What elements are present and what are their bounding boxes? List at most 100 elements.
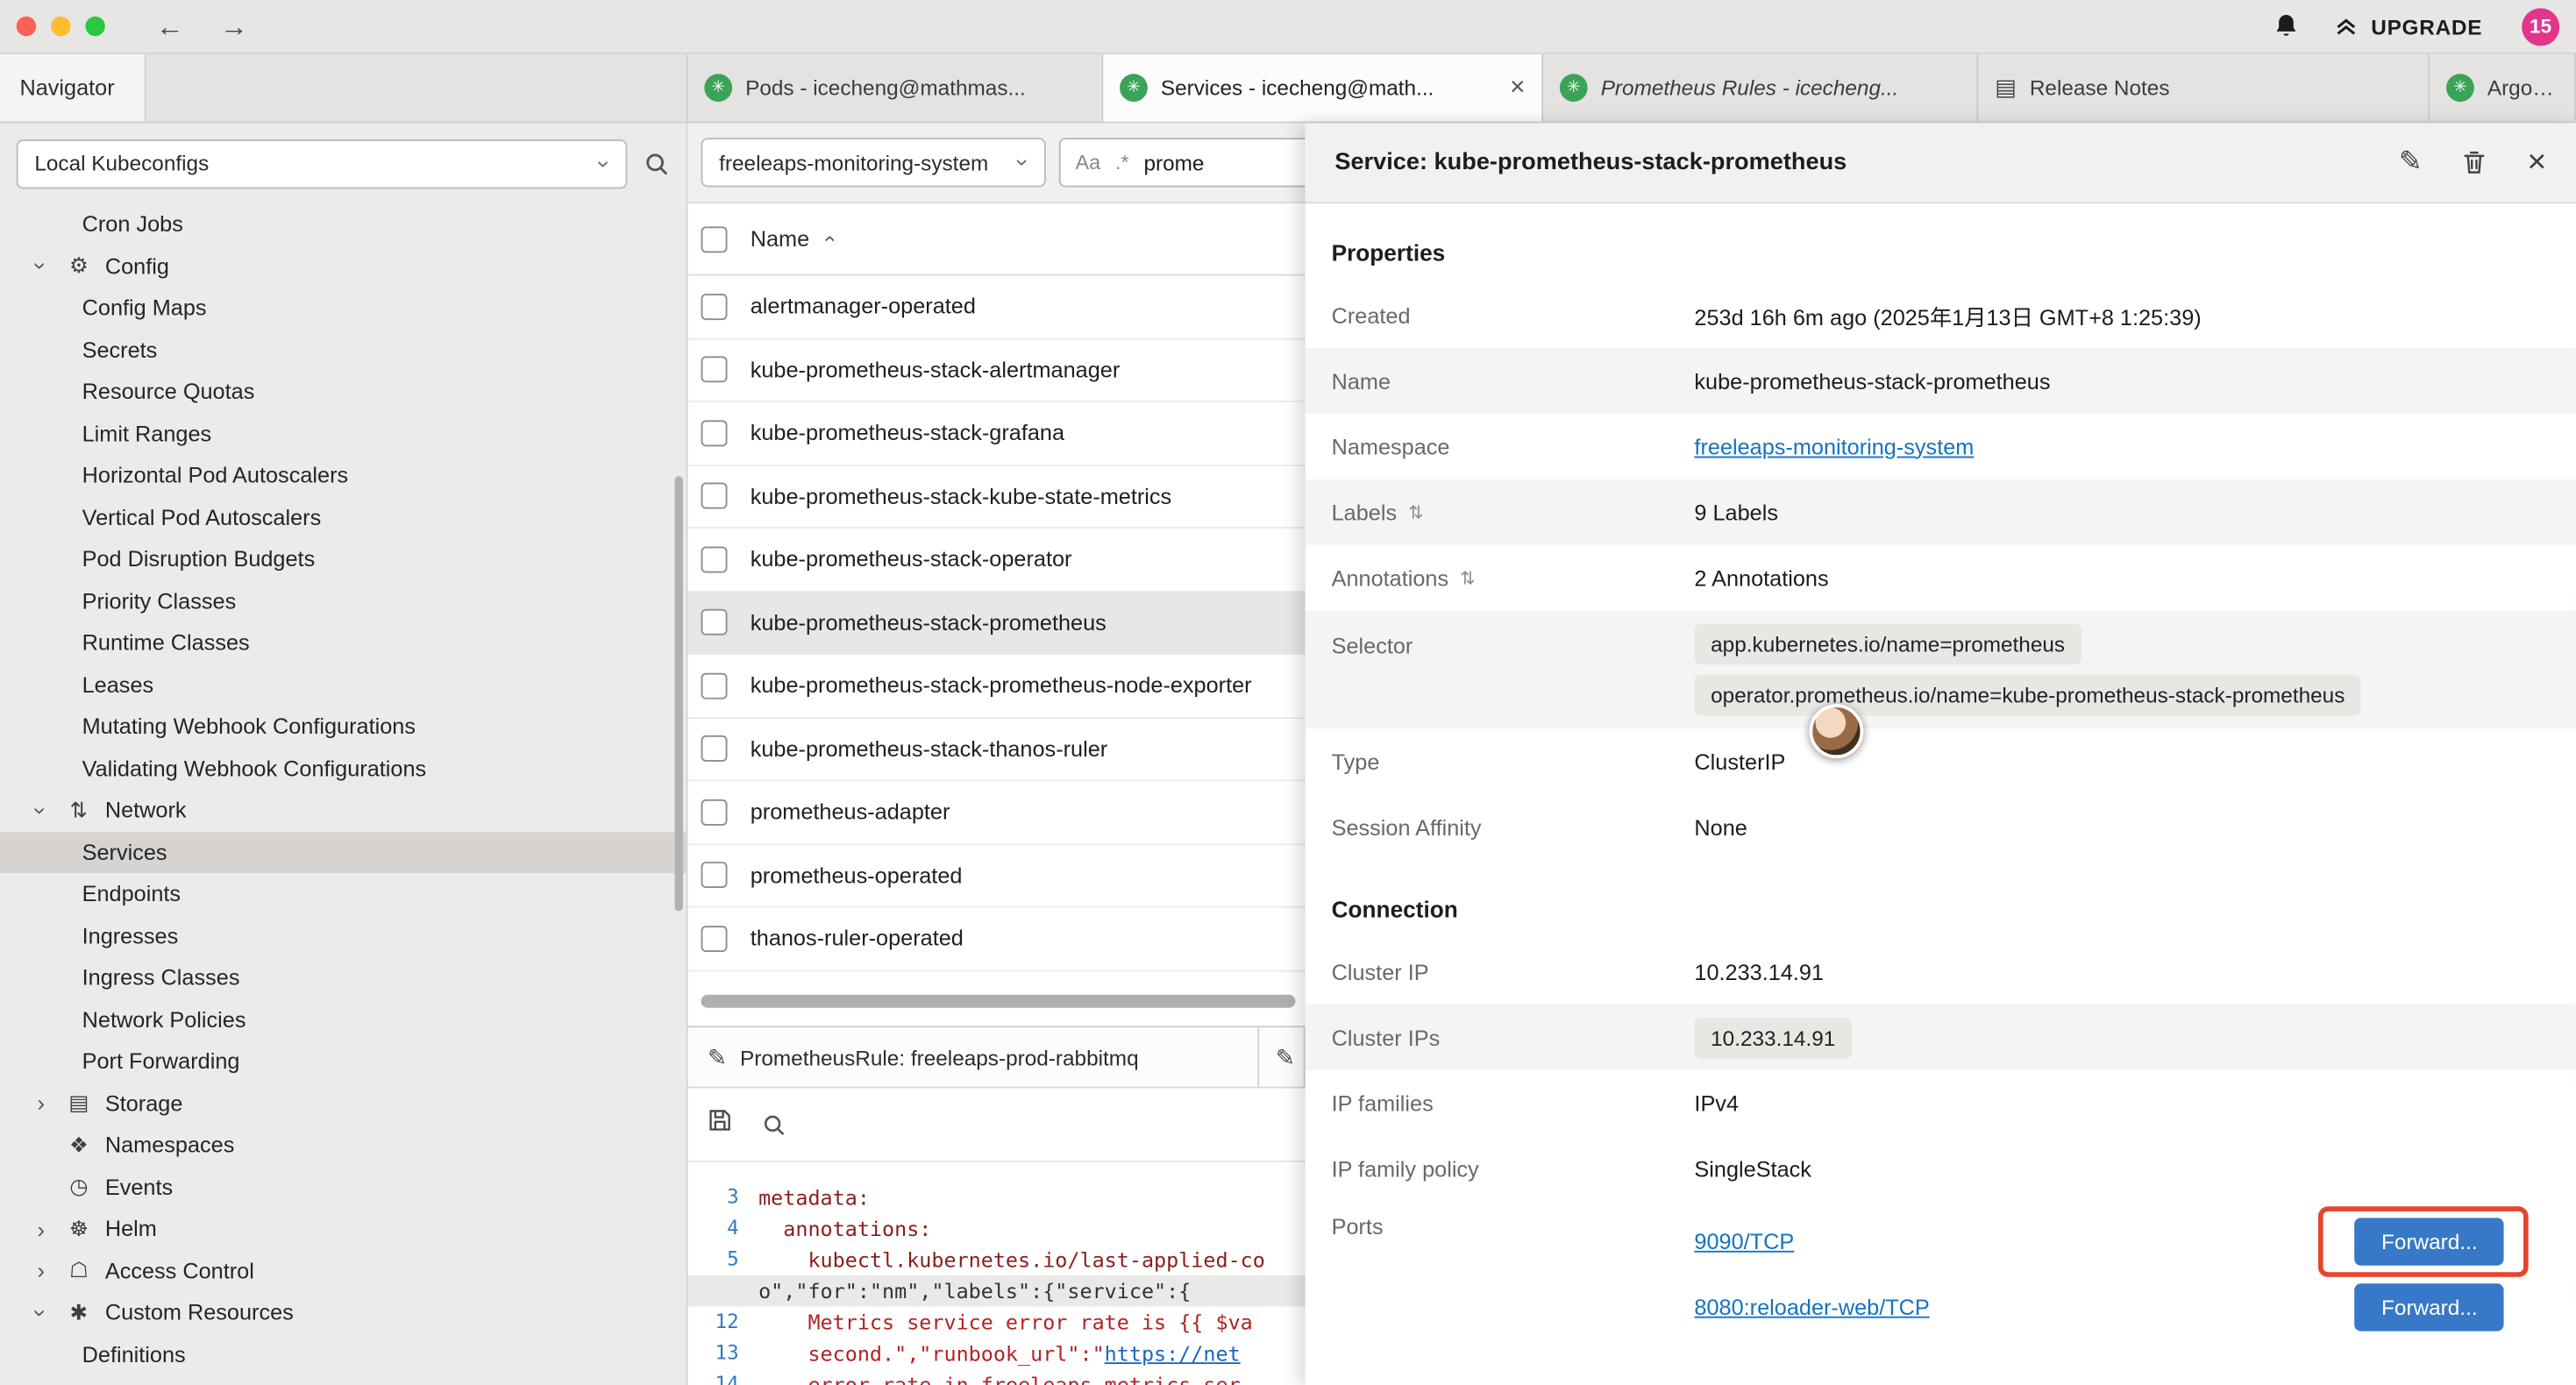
connection-heading: Connection — [1306, 873, 2576, 939]
edit-pencil-icon[interactable]: ✎ — [2399, 146, 2423, 179]
chevron-right-icon[interactable]: › — [30, 1090, 53, 1117]
sidebar-item-ingresses[interactable]: Ingresses — [0, 915, 687, 957]
expand-collapse-icon[interactable]: ⇅ — [1460, 567, 1475, 588]
sidebar-item-access-control[interactable]: › ☖ Access Control — [0, 1250, 687, 1292]
sidebar-item-namespaces[interactable]: ❖ Namespaces — [0, 1125, 687, 1167]
close-window-button[interactable] — [17, 17, 36, 36]
tab-release-notes[interactable]: ▤ Release Notes — [1978, 54, 2430, 122]
select-all-checkbox[interactable] — [701, 225, 728, 252]
sidebar-item-resource-quotas[interactable]: Resource Quotas — [0, 371, 687, 413]
forward-button[interactable]: → — [220, 12, 248, 40]
detail-row-created: Created 253d 16h 6m ago (2025年1月13日 GMT+… — [1306, 282, 2576, 348]
detail-row-labels: Labels⇅ 9 Labels — [1306, 479, 2576, 545]
avatar[interactable] — [1809, 704, 1863, 758]
sidebar-item-definitions[interactable]: Definitions — [0, 1333, 687, 1375]
tab-prometheus-rules[interactable]: ✳ Prometheus Rules - icecheng... — [1543, 54, 1978, 122]
row-checkbox[interactable] — [701, 420, 728, 446]
sidebar-item-leases[interactable]: Leases — [0, 664, 687, 706]
close-drawer-icon[interactable]: × — [2527, 144, 2546, 181]
namespace-filter-dropdown[interactable]: freeleaps-monitoring-system › — [701, 138, 1046, 187]
row-checkbox[interactable] — [701, 799, 728, 825]
close-tab-icon[interactable]: × — [1510, 73, 1525, 103]
navigator-header: Navigator — [0, 54, 146, 122]
match-case-toggle[interactable]: Aa — [1075, 151, 1100, 174]
custom-resources-icon: ✱ — [62, 1300, 95, 1326]
sidebar-item-runtime-classes[interactable]: Runtime Classes — [0, 622, 687, 664]
sidebar-item-cron-jobs[interactable]: Cron Jobs — [0, 203, 687, 245]
kubeconfig-selector[interactable]: Local Kubeconfigs › — [17, 138, 628, 188]
name-column-header[interactable]: Name › — [751, 226, 831, 251]
sidebar-item-services[interactable]: Services — [0, 831, 687, 873]
dock-tab-partial[interactable]: ✎ — [1259, 1027, 1305, 1086]
upgrade-button[interactable]: UPGRADE — [2333, 13, 2482, 39]
chevron-down-icon[interactable]: › — [28, 799, 54, 821]
sidebar-scrollbar[interactable] — [675, 476, 683, 911]
sidebar-item-storage[interactable]: › ▤ Storage — [0, 1083, 687, 1125]
sidebar-item-validating-webhook-configurations[interactable]: Validating Webhook Configurations — [0, 748, 687, 790]
sidebar-item-config-maps[interactable]: Config Maps — [0, 288, 687, 330]
service-details-drawer: Service: kube-prometheus-stack-prometheu… — [1306, 123, 2576, 1385]
selector-badge: operator.prometheus.io/name=kube-prometh… — [1694, 675, 2361, 716]
row-checkbox[interactable] — [701, 863, 728, 889]
namespace-filter-value: freeleaps-monitoring-system — [719, 150, 988, 174]
tab-services[interactable]: ✳ Services - icecheng@math... × — [1103, 54, 1543, 122]
chevron-down-icon[interactable]: › — [28, 255, 54, 278]
sidebar-item-priority-classes[interactable]: Priority Classes — [0, 580, 687, 622]
sidebar-item-limit-ranges[interactable]: Limit Ranges — [0, 413, 687, 455]
expand-collapse-icon[interactable]: ⇅ — [1408, 501, 1423, 522]
sidebar-item-events[interactable]: ◷ Events — [0, 1166, 687, 1208]
search-icon[interactable] — [762, 1112, 786, 1137]
sidebar-item-port-forwarding[interactable]: Port Forwarding — [0, 1041, 687, 1083]
sidebar-item-endpoints[interactable]: Endpoints — [0, 873, 687, 915]
row-checkbox[interactable] — [701, 926, 728, 952]
forward-button-8080[interactable]: Forward... — [2355, 1282, 2503, 1330]
search-icon[interactable] — [644, 150, 670, 176]
port-link[interactable]: 8080:reloader-web/TCP — [1694, 1294, 1929, 1318]
forward-button-9090[interactable]: Forward... — [2355, 1217, 2503, 1264]
sidebar-item-ingress-classes[interactable]: Ingress Classes — [0, 957, 687, 999]
detail-row-cluster-ip: Cluster IP 10.233.14.91 — [1306, 939, 2576, 1005]
detail-row-ports: Ports 9090/TCP Forward... 8080:reloader-… — [1306, 1202, 2576, 1333]
regex-toggle[interactable]: .* — [1115, 151, 1129, 174]
notification-count-badge[interactable]: 15 — [2522, 7, 2559, 45]
sidebar-item-custom-resources[interactable]: › ✱ Custom Resources — [0, 1292, 687, 1334]
search-input[interactable] — [1143, 150, 1292, 174]
row-checkbox[interactable] — [701, 546, 728, 572]
tab-pods[interactable]: ✳ Pods - icecheng@mathmas... — [688, 54, 1104, 122]
sidebar-item-horizontal-pod-autoscalers[interactable]: Horizontal Pod Autoscalers — [0, 455, 687, 497]
port-line: 9090/TCP Forward... — [1694, 1215, 2503, 1268]
sidebar-item-pod-disruption-budgets[interactable]: Pod Disruption Budgets — [0, 538, 687, 580]
dock-tab-prometheusrule[interactable]: ✎ PrometheusRule: freeleaps-prod-rabbitm… — [688, 1027, 1260, 1086]
namespace-link[interactable]: freeleaps-monitoring-system — [1694, 434, 1974, 458]
port-link[interactable]: 9090/TCP — [1694, 1229, 1794, 1254]
maximize-window-button[interactable] — [85, 17, 104, 36]
sidebar-item-network-policies[interactable]: Network Policies — [0, 998, 687, 1041]
sidebar-item-network[interactable]: › ⇅ Network — [0, 790, 687, 832]
notifications-bell-icon[interactable] — [2273, 11, 2301, 41]
horizontal-scrollbar[interactable] — [701, 995, 1296, 1008]
sidebar-item-mutating-webhook-configurations[interactable]: Mutating Webhook Configurations — [0, 706, 687, 748]
delete-trash-icon[interactable] — [2461, 149, 2487, 175]
sidebar-controls: Local Kubeconfigs › — [0, 123, 687, 203]
chevron-right-icon[interactable]: › — [30, 1216, 53, 1242]
detail-row-namespace: Namespace freeleaps-monitoring-system — [1306, 414, 2576, 479]
save-icon[interactable] — [708, 1108, 732, 1140]
row-checkbox[interactable] — [701, 294, 728, 320]
row-checkbox[interactable] — [701, 357, 728, 383]
url-token: https://net — [1105, 1338, 1241, 1369]
shield-icon: ☖ — [62, 1258, 95, 1284]
app-window: ← → UPGRADE 15 Navigator ✳ Pods - iceche… — [0, 0, 2576, 1385]
tab-argo[interactable]: ✳ Argo Se — [2430, 54, 2576, 122]
sidebar-item-helm[interactable]: › ☸ Helm — [0, 1208, 687, 1250]
chevron-down-icon[interactable]: › — [28, 1301, 54, 1324]
minimize-window-button[interactable] — [51, 17, 70, 36]
row-checkbox[interactable] — [701, 609, 728, 636]
row-checkbox[interactable] — [701, 735, 728, 762]
sidebar-item-config[interactable]: › ⚙ Config — [0, 245, 687, 288]
sidebar-item-vertical-pod-autoscalers[interactable]: Vertical Pod Autoscalers — [0, 496, 687, 538]
row-checkbox[interactable] — [701, 672, 728, 699]
chevron-right-icon[interactable]: › — [30, 1258, 53, 1284]
sidebar-item-secrets[interactable]: Secrets — [0, 329, 687, 371]
row-checkbox[interactable] — [701, 483, 728, 509]
back-button[interactable]: ← — [156, 12, 184, 40]
